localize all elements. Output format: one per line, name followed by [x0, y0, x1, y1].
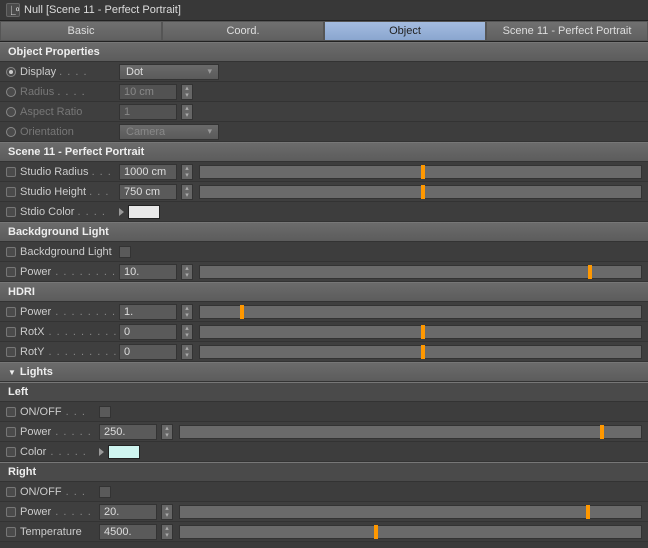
keyframe-icon[interactable] [6, 187, 16, 197]
bg-light-checkbox[interactable] [119, 246, 131, 258]
keyframe-icon[interactable] [6, 407, 16, 417]
display-label: Display . . . . [20, 66, 115, 78]
hdri-rotx-field[interactable]: 0 [119, 324, 177, 340]
hdri-power-field[interactable]: 1. [119, 304, 177, 320]
keyframe-icon [6, 87, 16, 97]
right-temperature-spinner[interactable] [161, 524, 173, 540]
aspect-ratio-field: 1 [119, 104, 177, 120]
radius-spinner [181, 84, 193, 100]
keyframe-icon[interactable] [6, 267, 16, 277]
keyframe-icon[interactable] [6, 207, 16, 217]
orientation-label: Orientation [20, 126, 115, 138]
keyframe-icon[interactable] [6, 67, 16, 77]
hdri-power-label: Power . . . . . . . . [20, 306, 115, 318]
stdio-color-label: Stdio Color . . . . [20, 206, 115, 218]
keyframe-icon[interactable] [6, 327, 16, 337]
hdri-rotx-slider[interactable] [199, 325, 642, 339]
tab-basic[interactable]: Basic [0, 21, 162, 41]
right-temperature-field[interactable]: 4500. [99, 524, 157, 540]
keyframe-icon[interactable] [6, 167, 16, 177]
keyframe-icon[interactable] [6, 527, 16, 537]
studio-height-spinner[interactable] [181, 184, 193, 200]
bg-power-slider[interactable] [199, 265, 642, 279]
left-color-label: Color . . . . . [20, 446, 95, 458]
bg-power-label: Power . . . . . . . . [20, 266, 115, 278]
section-scene: Scene 11 - Perfect Portrait [0, 142, 648, 162]
aspect-ratio-label: Aspect Ratio [20, 106, 115, 118]
section-object-properties: Object Properties [0, 42, 648, 62]
right-power-field[interactable]: 20. [99, 504, 157, 520]
expand-icon[interactable] [119, 208, 124, 216]
studio-radius-field[interactable]: 1000 cm [119, 164, 177, 180]
orientation-dropdown: Camera [119, 124, 219, 140]
tab-coord[interactable]: Coord. [162, 21, 324, 41]
left-power-label: Power . . . . . [20, 426, 95, 438]
studio-height-slider[interactable] [199, 185, 642, 199]
section-bg-light: Backdground Light [0, 222, 648, 242]
left-onoff-checkbox[interactable] [99, 406, 111, 418]
studio-height-label: Studio Height . . . [20, 186, 115, 198]
section-lights-left: Left [0, 382, 648, 402]
studio-radius-slider[interactable] [199, 165, 642, 179]
left-power-field[interactable]: 250. [99, 424, 157, 440]
tab-object[interactable]: Object [324, 21, 486, 41]
keyframe-icon [6, 107, 16, 117]
hdri-rotx-spinner[interactable] [181, 324, 193, 340]
window-title-bar: ⎿⁰ Null [Scene 11 - Perfect Portrait] [0, 0, 648, 21]
expand-icon[interactable] [99, 448, 104, 456]
keyframe-icon[interactable] [6, 247, 16, 257]
tab-scene[interactable]: Scene 11 - Perfect Portrait [486, 21, 648, 41]
right-power-slider[interactable] [179, 505, 642, 519]
hdri-power-slider[interactable] [199, 305, 642, 319]
keyframe-icon[interactable] [6, 487, 16, 497]
aspect-ratio-spinner [181, 104, 193, 120]
right-power-label: Power . . . . . [20, 506, 95, 518]
right-power-spinner[interactable] [161, 504, 173, 520]
null-object-icon: ⎿⁰ [6, 3, 20, 17]
right-onoff-label: ON/OFF . . . [20, 486, 95, 498]
studio-height-field[interactable]: 750 cm [119, 184, 177, 200]
radius-field: 10 cm [119, 84, 177, 100]
hdri-roty-field[interactable]: 0 [119, 344, 177, 360]
studio-radius-label: Studio Radius . . . [20, 166, 115, 178]
stdio-color-swatch[interactable] [128, 205, 160, 219]
right-temperature-slider[interactable] [179, 525, 642, 539]
hdri-roty-label: RotY . . . . . . . . . [20, 346, 115, 358]
section-lights[interactable]: Lights [0, 362, 648, 382]
keyframe-icon[interactable] [6, 447, 16, 457]
section-lights-right: Right [0, 462, 648, 482]
radius-label: Radius . . . . [20, 86, 115, 98]
bg-power-field[interactable]: 10. [119, 264, 177, 280]
keyframe-icon [6, 127, 16, 137]
keyframe-icon[interactable] [6, 427, 16, 437]
left-color-swatch[interactable] [108, 445, 140, 459]
hdri-rotx-label: RotX . . . . . . . . . [20, 326, 115, 338]
right-temperature-label: Temperature [20, 526, 95, 538]
left-power-spinner[interactable] [161, 424, 173, 440]
hdri-power-spinner[interactable] [181, 304, 193, 320]
keyframe-icon[interactable] [6, 307, 16, 317]
display-dropdown[interactable]: Dot [119, 64, 219, 80]
left-power-slider[interactable] [179, 425, 642, 439]
bg-light-toggle-label: Backdground Light [20, 246, 115, 258]
right-onoff-checkbox[interactable] [99, 486, 111, 498]
hdri-roty-spinner[interactable] [181, 344, 193, 360]
keyframe-icon[interactable] [6, 347, 16, 357]
window-title: Null [Scene 11 - Perfect Portrait] [24, 4, 181, 16]
hdri-roty-slider[interactable] [199, 345, 642, 359]
studio-radius-spinner[interactable] [181, 164, 193, 180]
keyframe-icon[interactable] [6, 507, 16, 517]
bg-power-spinner[interactable] [181, 264, 193, 280]
left-onoff-label: ON/OFF . . . [20, 406, 95, 418]
property-tabs: Basic Coord. Object Scene 11 - Perfect P… [0, 21, 648, 42]
section-hdri: HDRI [0, 282, 648, 302]
